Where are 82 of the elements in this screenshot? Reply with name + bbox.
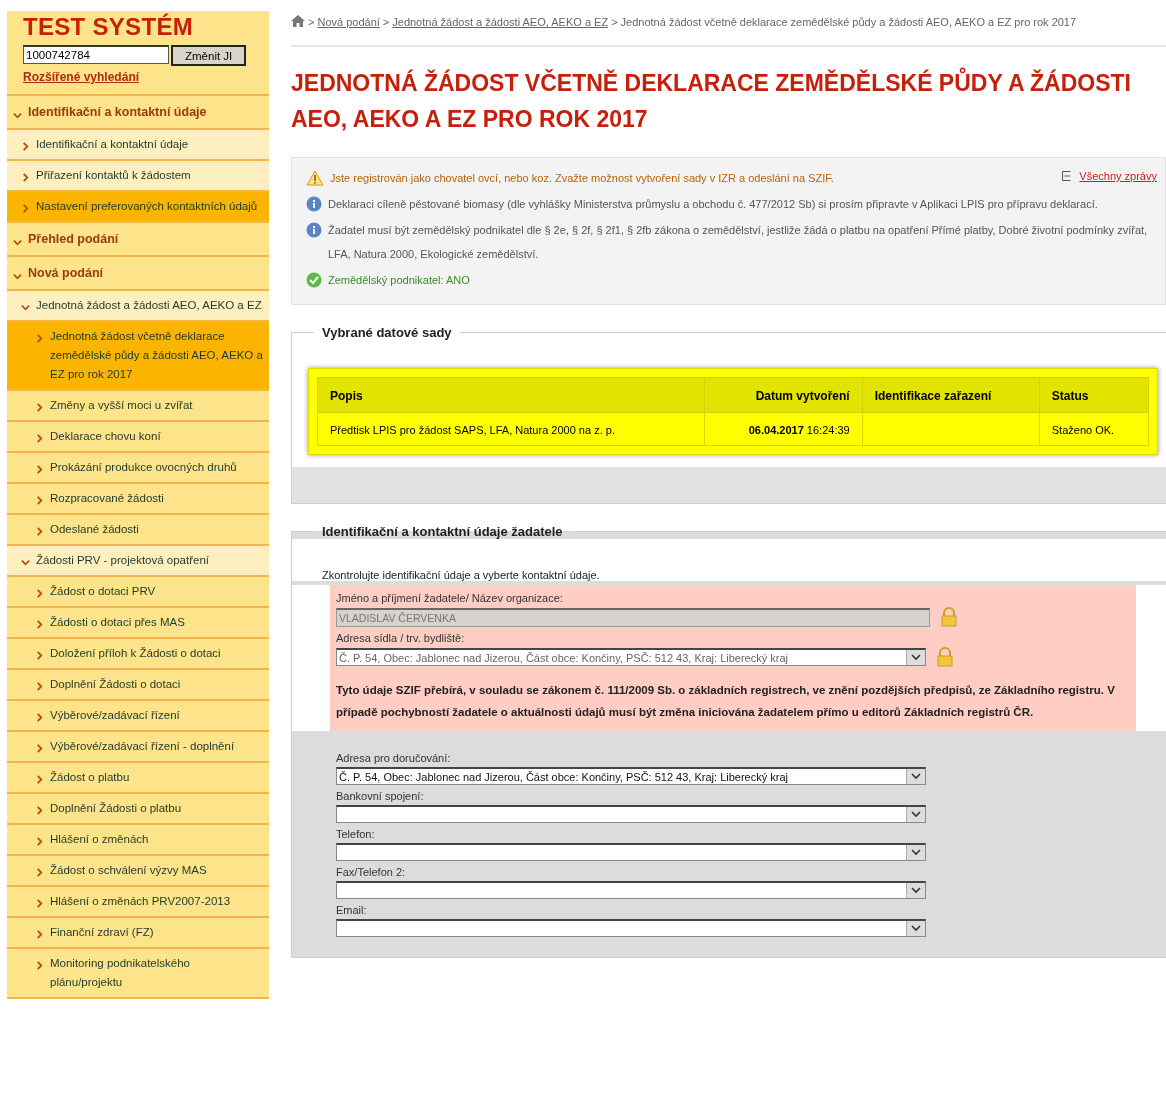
chevron-icon (35, 961, 44, 970)
chevron-icon (35, 682, 44, 691)
chevron-icon (13, 272, 22, 281)
chevron-icon (35, 496, 44, 505)
sidebar-item[interactable]: Jednotná žádost včetně deklarace zemědělské půdy a žádosti AEO, AEKO a EZ pro rok 2017 (7, 322, 269, 391)
table-cell: 06.04.2017 16:24:39 (704, 412, 863, 446)
section-legend: Identifikační a kontaktní údaje žadatele (314, 524, 571, 539)
system-title: TEST SYSTÉM (23, 13, 194, 41)
message-text: Zemědělský podnikatel: ANO (328, 273, 470, 288)
all-messages-link[interactable]: Všechny zprávy (1062, 170, 1157, 182)
message-text: Jste registrován jako chovatel ovcí, nebo koz. Zvažte možnost vytvoření sady v IZR a odeslání na SZIF. (330, 171, 834, 186)
info-icon (306, 196, 322, 212)
select-field[interactable]: Č. P. 54, Obec: Jablonec nad Jizerou, Část obce: Končiny, PSČ: 512 43, Kraj: Liberecký kraj (336, 648, 926, 666)
chevron-icon (35, 775, 44, 784)
search-field[interactable]: 1000742784 (23, 45, 169, 64)
home-icon[interactable] (291, 15, 305, 27)
select-field[interactable] (336, 805, 926, 823)
chevron-icon (35, 868, 44, 877)
column-header: Datum vytvoření (704, 377, 863, 413)
field-label: Adresa sídla / trv. bydliště: (336, 632, 466, 644)
chevron-icon (35, 806, 44, 815)
chevron-icon (13, 238, 22, 247)
sidebar-section[interactable]: Přehled podání (7, 223, 269, 257)
select-field[interactable] (336, 843, 926, 861)
sidebar-item[interactable]: Identifikační a kontaktní údaje (7, 130, 269, 161)
advanced-search-link[interactable]: Rozšířené vyhledání (23, 70, 253, 84)
chevron-icon (35, 651, 44, 660)
chevron-icon (21, 204, 30, 213)
registry-note: Tyto údaje SZIF přebírá, v souladu se zákonem č. 111/2009 Sb. o základních registrech, ve znění pozdějších předpisů, ze Základního registru. V případě pochybností žadatele o aktuálnosti údajů musí být změna iniciována žadatelem přímo u editorů Základních registrů ČR. (336, 683, 1116, 720)
intro-text: Zkontrolujte identifikační údaje a vyberte kontaktní údaje. (322, 569, 601, 581)
chevron-icon (35, 589, 44, 598)
field-label: Adresa pro doručování: (336, 752, 452, 764)
chevron-icon (35, 403, 44, 412)
select-field[interactable] (336, 881, 926, 899)
column-header: Popis (317, 377, 705, 413)
message-text: Žadatel musí být zemědělský podnikatel dle § 2e, § 2f, § 2f1, § 2fb zákona o zemědělství, jestliže žádá o platbu na opatření Přímé platby, Dobré životní podmínky zvířat, LFA, Natura 2000, Ekologické zemědělství. (328, 223, 1149, 262)
breadcrumb-separator: > (381, 16, 391, 28)
column-header: Status (1039, 377, 1149, 413)
chevron-icon (21, 173, 30, 182)
sidebar-item[interactable]: Přiřazení kontaktů k žádostem (7, 161, 269, 192)
breadcrumb-current: Jednotná žádost včetně deklarace zemědělské půdy a žádosti AEO, AEKO a EZ pro rok 2017 (620, 16, 1077, 28)
message-text: Deklaraci cíleně pěstované biomasy (dle vyhlášky Ministerstva průmyslu a obchodu č. 477/2012 Sb) si prosím připravte v Aplikaci LPIS pro přípravu deklarací. (328, 197, 1098, 212)
lock-icon (940, 607, 958, 627)
chevron-icon (35, 930, 44, 939)
sidebar-item[interactable]: Nastavení preferovaných kontaktních údajů (7, 192, 269, 223)
lock-icon (936, 647, 954, 667)
chevron-icon (35, 465, 44, 474)
chevron-icon (35, 899, 44, 908)
info-icon (306, 222, 322, 238)
chevron-icon (35, 620, 44, 629)
field-label: Telefon: (336, 828, 376, 840)
breadcrumb-link[interactable]: Jednotná žádost a žádosti AEO, AEKO a EZ (392, 16, 609, 28)
field-label: Fax/Telefon 2: (336, 866, 407, 878)
chevron-icon (21, 142, 30, 151)
breadcrumb-separator: > (610, 16, 619, 28)
chevron-icon (35, 334, 44, 343)
chevron-icon (21, 303, 30, 312)
change-button[interactable]: Změnit JI (171, 45, 247, 66)
sidebar-item[interactable]: Jednotná žádost a žádosti AEO, AEKO a EZ (7, 291, 269, 322)
section-legend: Vybrané datové sady (314, 325, 460, 340)
chevron-icon (13, 111, 22, 120)
select-field[interactable]: Č. P. 54, Obec: Jablonec nad Jizerou, Část obce: Končiny, PSČ: 512 43, Kraj: Liberecký kraj (336, 767, 926, 785)
warning-icon (306, 170, 324, 186)
check-icon (306, 272, 322, 288)
table-cell: Staženo OK. (1039, 412, 1149, 446)
select-field[interactable] (336, 919, 926, 937)
table-cell: Předtisk LPIS pro žádost SAPS, LFA, Natura 2000 na z. p. (317, 412, 705, 446)
sidebar-item[interactable]: Žádosti PRV - projektová opatření (7, 546, 269, 577)
field-label: Email: (336, 904, 368, 916)
page-title: JEDNOTNÁ ŽÁDOST VČETNĚ DEKLARACE ZEMĚDĚLSKÉ PŮDY A ŽÁDOSTI AEO, AEKO A EZ PRO ROK 2017 (291, 65, 1166, 137)
chevron-icon (35, 434, 44, 443)
chevron-icon (35, 527, 44, 536)
chevron-icon (35, 744, 44, 753)
column-header: Identifikace zařazení (862, 377, 1040, 413)
chevron-icon (21, 558, 30, 567)
field-label: Jméno a příjmení žadatele/ Název organizace: (336, 592, 564, 604)
chevron-icon (35, 837, 44, 846)
breadcrumb-separator: > (307, 16, 316, 28)
field-label: Bankovní spojení: (336, 790, 425, 802)
chevron-icon (35, 713, 44, 722)
list-icon (1062, 171, 1072, 181)
breadcrumb-link[interactable]: Nová podání (317, 16, 380, 28)
